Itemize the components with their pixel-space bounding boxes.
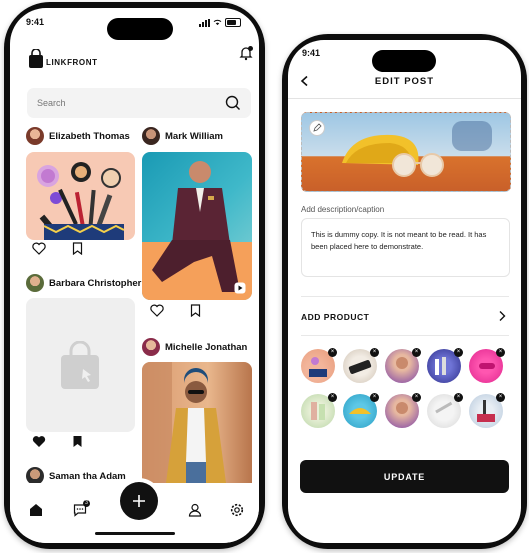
page-title: EDIT POST — [374, 76, 435, 87]
user-name: Michelle Jonathan — [165, 341, 248, 353]
settings-icon[interactable] — [230, 503, 244, 517]
left-phone: 9:41 LINKFRONT Search Elizabeth Thomas M… — [4, 2, 265, 549]
edit-post-header: EDIT POST — [288, 68, 521, 99]
reel-icon — [234, 282, 246, 294]
avatar — [26, 274, 44, 292]
post-actions-2 — [150, 304, 201, 317]
remove-product-button[interactable]: × — [454, 348, 463, 357]
fashion-woman-illustration — [142, 362, 228, 498]
user-name: Elizabeth Thomas — [49, 130, 130, 142]
left-screen: 9:41 LINKFRONT Search Elizabeth Thomas M… — [10, 8, 259, 543]
edit-image-icon — [313, 123, 322, 132]
avatar — [142, 338, 160, 356]
heart-filled-icon[interactable] — [32, 435, 46, 448]
user-name: Saman tha Adam — [49, 470, 126, 482]
sunglasses-illustration — [342, 121, 492, 177]
brand-name: LINKFRONT — [46, 58, 98, 67]
status-icons — [199, 18, 241, 27]
change-image-button[interactable] — [309, 120, 325, 136]
post-actions-1 — [32, 242, 83, 255]
status-time: 9:41 — [26, 17, 45, 27]
bookmark-icon[interactable] — [72, 242, 83, 255]
post-actions-3 — [32, 435, 83, 448]
profile-icon[interactable] — [188, 503, 202, 517]
dynamic-island — [107, 18, 173, 40]
chat-badge: 3 — [83, 500, 90, 507]
caption-text: This is dummy copy. It is not meant to b… — [311, 230, 487, 251]
add-product-label[interactable]: ADD PRODUCT — [301, 312, 369, 322]
shopping-bag-logo-icon — [29, 49, 43, 68]
suit-man-illustration — [142, 161, 252, 300]
remove-product-button[interactable]: × — [454, 393, 463, 402]
user-name: Barbara Christopher — [49, 277, 142, 289]
add-post-button[interactable] — [120, 482, 158, 520]
remove-product-button[interactable]: × — [496, 348, 505, 357]
remove-product-button[interactable]: × — [370, 348, 379, 357]
search-placeholder: Search — [37, 98, 66, 108]
post-image-placeholder[interactable] — [26, 298, 135, 432]
notification-bell-icon[interactable] — [238, 45, 254, 61]
home-icon[interactable] — [29, 503, 43, 517]
post-image-suit[interactable] — [142, 152, 252, 300]
post-image-cosmetics[interactable] — [26, 152, 135, 240]
image-placeholder-bag-icon — [61, 341, 99, 389]
signal-icon — [199, 18, 210, 27]
caption-textarea[interactable]: This is dummy copy. It is not meant to b… — [301, 218, 510, 277]
remove-product-button[interactable]: × — [370, 393, 379, 402]
remove-product-button[interactable]: × — [412, 348, 421, 357]
feed-user-3[interactable]: Barbara Christopher — [26, 274, 141, 292]
search-icon[interactable] — [225, 95, 241, 111]
right-screen: 9:41 EDIT POST Add description/caption T… — [288, 40, 521, 543]
post-image-fashion[interactable] — [142, 362, 252, 498]
feed-user-1[interactable]: Elizabeth Thomas — [26, 127, 130, 145]
home-indicator — [95, 532, 175, 535]
battery-icon — [225, 18, 241, 27]
wifi-icon — [213, 19, 222, 26]
divider — [301, 296, 509, 297]
bookmark-filled-icon[interactable] — [72, 435, 83, 448]
remove-product-button[interactable]: × — [328, 348, 337, 357]
status-time: 9:41 — [302, 48, 321, 58]
post-cover-image[interactable] — [301, 112, 511, 192]
avatar — [26, 127, 44, 145]
divider — [301, 335, 509, 336]
chat-tab[interactable]: 3 — [73, 500, 90, 522]
heart-icon[interactable] — [150, 304, 164, 317]
feed-user-4[interactable]: Michelle Jonathan — [142, 338, 247, 356]
cosmetics-illustration — [37, 162, 125, 240]
caption-label: Add description/caption — [301, 205, 385, 214]
user-name: Mark William — [165, 130, 223, 142]
heart-icon[interactable] — [32, 242, 46, 255]
bookmark-icon[interactable] — [190, 304, 201, 317]
remove-product-button[interactable]: × — [496, 393, 505, 402]
remove-product-button[interactable]: × — [412, 393, 421, 402]
update-button[interactable]: UPDATE — [300, 460, 509, 493]
search-input[interactable]: Search — [27, 88, 251, 118]
chevron-right-icon[interactable] — [497, 310, 507, 322]
add-icon — [133, 495, 145, 507]
right-phone: 9:41 EDIT POST Add description/caption T… — [282, 34, 527, 549]
remove-product-button[interactable]: × — [328, 393, 337, 402]
avatar — [142, 127, 160, 145]
feed-user-2[interactable]: Mark William — [142, 127, 223, 145]
